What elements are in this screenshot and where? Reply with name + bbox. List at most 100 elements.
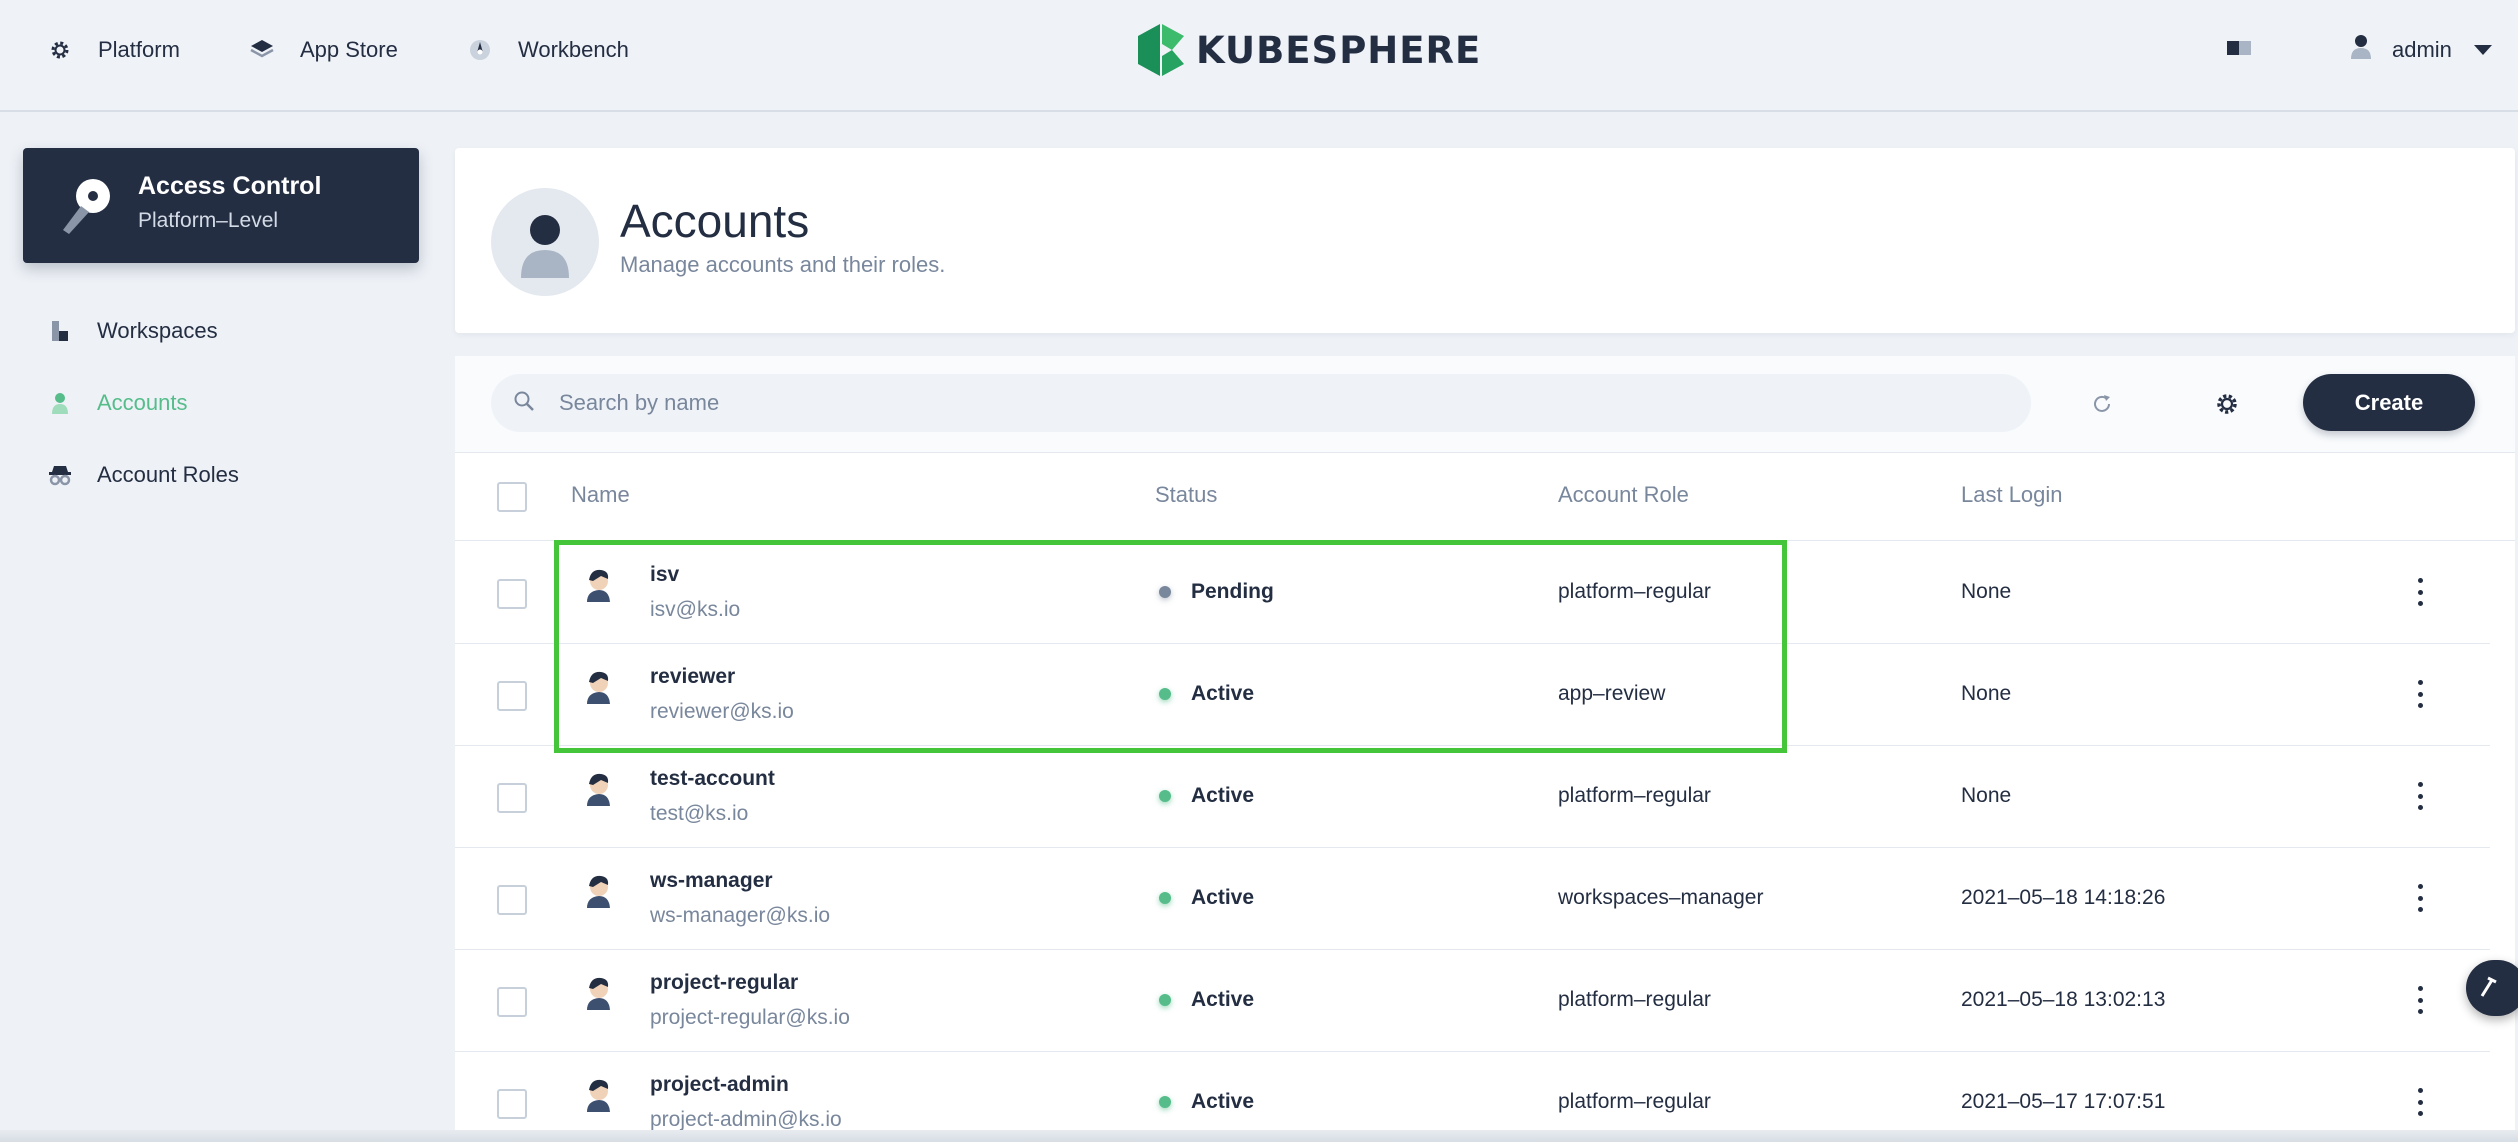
page-title: Accounts [620, 195, 810, 247]
user-avatar-icon [583, 873, 613, 914]
status-dot [1159, 994, 1171, 1006]
account-email: reviewer@ks.io [650, 700, 794, 723]
sidebar-subtitle: Platform–Level [138, 209, 279, 232]
row-checkbox[interactable] [497, 579, 527, 609]
status-dot [1159, 688, 1171, 700]
status-badge: Active [1191, 1090, 1255, 1113]
notebook-icon[interactable] [2226, 38, 2252, 63]
username: admin [2392, 37, 2452, 62]
more-actions-icon[interactable] [2405, 882, 2435, 914]
account-role: workspaces–manager [1558, 886, 1764, 909]
row-checkbox[interactable] [497, 885, 527, 915]
user-avatar-icon [583, 1077, 613, 1118]
account-name[interactable]: test-account [650, 767, 775, 791]
search-input[interactable] [557, 389, 1961, 417]
status-badge: Active [1191, 988, 1255, 1011]
search-bar[interactable] [491, 374, 2031, 432]
access-control-card: Access Control Platform–Level [23, 148, 419, 263]
nav-app-store[interactable]: App Store [248, 30, 398, 70]
status-dot [1159, 790, 1171, 802]
account-name[interactable]: isv [650, 563, 679, 587]
more-actions-icon[interactable] [2405, 1086, 2435, 1118]
more-actions-icon[interactable] [2405, 984, 2435, 1016]
gear-icon [46, 36, 74, 64]
accounts-table-card: Create Name Status Account Role Last Log… [455, 356, 2515, 1142]
table-row[interactable]: project-admin project-admin@ks.io Active… [455, 1051, 2490, 1142]
nav-workbench[interactable]: Workbench [466, 30, 629, 70]
toolbox-button[interactable] [2466, 960, 2518, 1016]
last-login: 2021–05–18 13:02:13 [1961, 988, 2166, 1011]
status-badge: Active [1191, 886, 1255, 909]
sidebar-item-workspaces[interactable]: Workspaces [48, 313, 218, 349]
column-header-status[interactable]: Status [1155, 482, 1217, 508]
status-badge: Pending [1191, 580, 1274, 603]
hammer-icon [2480, 976, 2497, 997]
nav-platform[interactable]: Platform [46, 30, 180, 70]
table-row[interactable]: reviewer reviewer@ks.io Active app–revie… [455, 643, 2490, 746]
last-login: None [1961, 682, 2012, 705]
kubesphere-logo-icon [1138, 24, 1184, 76]
account-name[interactable]: project-admin [650, 1073, 789, 1097]
account-role: platform–regular [1558, 988, 1711, 1011]
column-header-last-login[interactable]: Last Login [1961, 482, 2063, 508]
user-avatar-icon [583, 669, 613, 710]
account-name[interactable]: project-regular [650, 971, 798, 995]
table-row[interactable]: ws-manager ws-manager@ks.io Active works… [455, 847, 2490, 950]
user-avatar-icon [583, 771, 613, 812]
status-badge: Active [1191, 682, 1255, 705]
sidebar-item-accounts[interactable]: Accounts [48, 385, 188, 421]
select-all-checkbox[interactable] [497, 482, 527, 512]
user-avatar-icon [2350, 34, 2372, 66]
sidebar-item-account-roles[interactable]: Account Roles [48, 457, 239, 493]
refresh-button[interactable] [2082, 384, 2122, 424]
nav-platform-label: Platform [98, 37, 180, 62]
table-row[interactable]: test-account test@ks.io Active platform–… [455, 745, 2490, 848]
gear-icon [2217, 394, 2237, 414]
row-checkbox[interactable] [497, 987, 527, 1017]
more-actions-icon[interactable] [2405, 678, 2435, 710]
table-toolbar: Create [455, 356, 2515, 453]
last-login: 2021–05–17 17:07:51 [1961, 1090, 2166, 1113]
top-navbar: Platform App Store Workbench KUBESPHERE … [0, 0, 2518, 112]
create-button[interactable]: Create [2303, 374, 2475, 431]
column-header-role[interactable]: Account Role [1558, 482, 1689, 508]
table-row[interactable]: project-regular project-regular@ks.io Ac… [455, 949, 2490, 1052]
status-dot [1159, 892, 1171, 904]
user-menu[interactable]: admin [2350, 30, 2492, 70]
brand-logo[interactable]: KUBESPHERE [1138, 24, 1481, 76]
account-email: isv@ks.io [650, 598, 741, 621]
chevron-down-icon [2473, 45, 2492, 55]
account-email: project-admin@ks.io [650, 1108, 842, 1131]
workspace-icon [48, 319, 72, 343]
accounts-avatar-icon [491, 188, 599, 296]
account-email: test@ks.io [650, 802, 749, 825]
table-settings-button[interactable] [2207, 384, 2247, 424]
layers-icon [248, 36, 276, 64]
last-login: None [1961, 784, 2012, 807]
table-row[interactable]: isv isv@ks.io Pending platform–regular N… [455, 541, 2490, 644]
sidebar-item-label: Account Roles [97, 462, 239, 487]
column-header-name[interactable]: Name [571, 482, 630, 508]
nav-app-store-label: App Store [300, 37, 398, 62]
status-dot [1159, 586, 1171, 598]
more-actions-icon[interactable] [2405, 780, 2435, 812]
table-header: Name Status Account Role Last Login [455, 452, 2515, 541]
key-icon [59, 176, 115, 241]
compass-icon [466, 36, 494, 64]
row-checkbox[interactable] [497, 681, 527, 711]
status-badge: Active [1191, 784, 1255, 807]
search-icon [513, 390, 535, 417]
account-name[interactable]: ws-manager [650, 869, 773, 893]
more-actions-icon[interactable] [2405, 576, 2435, 608]
account-name[interactable]: reviewer [650, 665, 735, 689]
sidebar-item-label: Workspaces [97, 318, 218, 343]
refresh-icon [2094, 395, 2110, 412]
page-header: Accounts Manage accounts and their roles… [455, 148, 2515, 333]
status-dot [1159, 1096, 1171, 1108]
nav-workbench-label: Workbench [518, 37, 629, 62]
brand-name: KUBESPHERE [1196, 28, 1482, 72]
row-checkbox[interactable] [497, 1089, 527, 1119]
sidebar-item-label: Accounts [97, 390, 188, 415]
bottom-edge [0, 1130, 2518, 1142]
row-checkbox[interactable] [497, 783, 527, 813]
